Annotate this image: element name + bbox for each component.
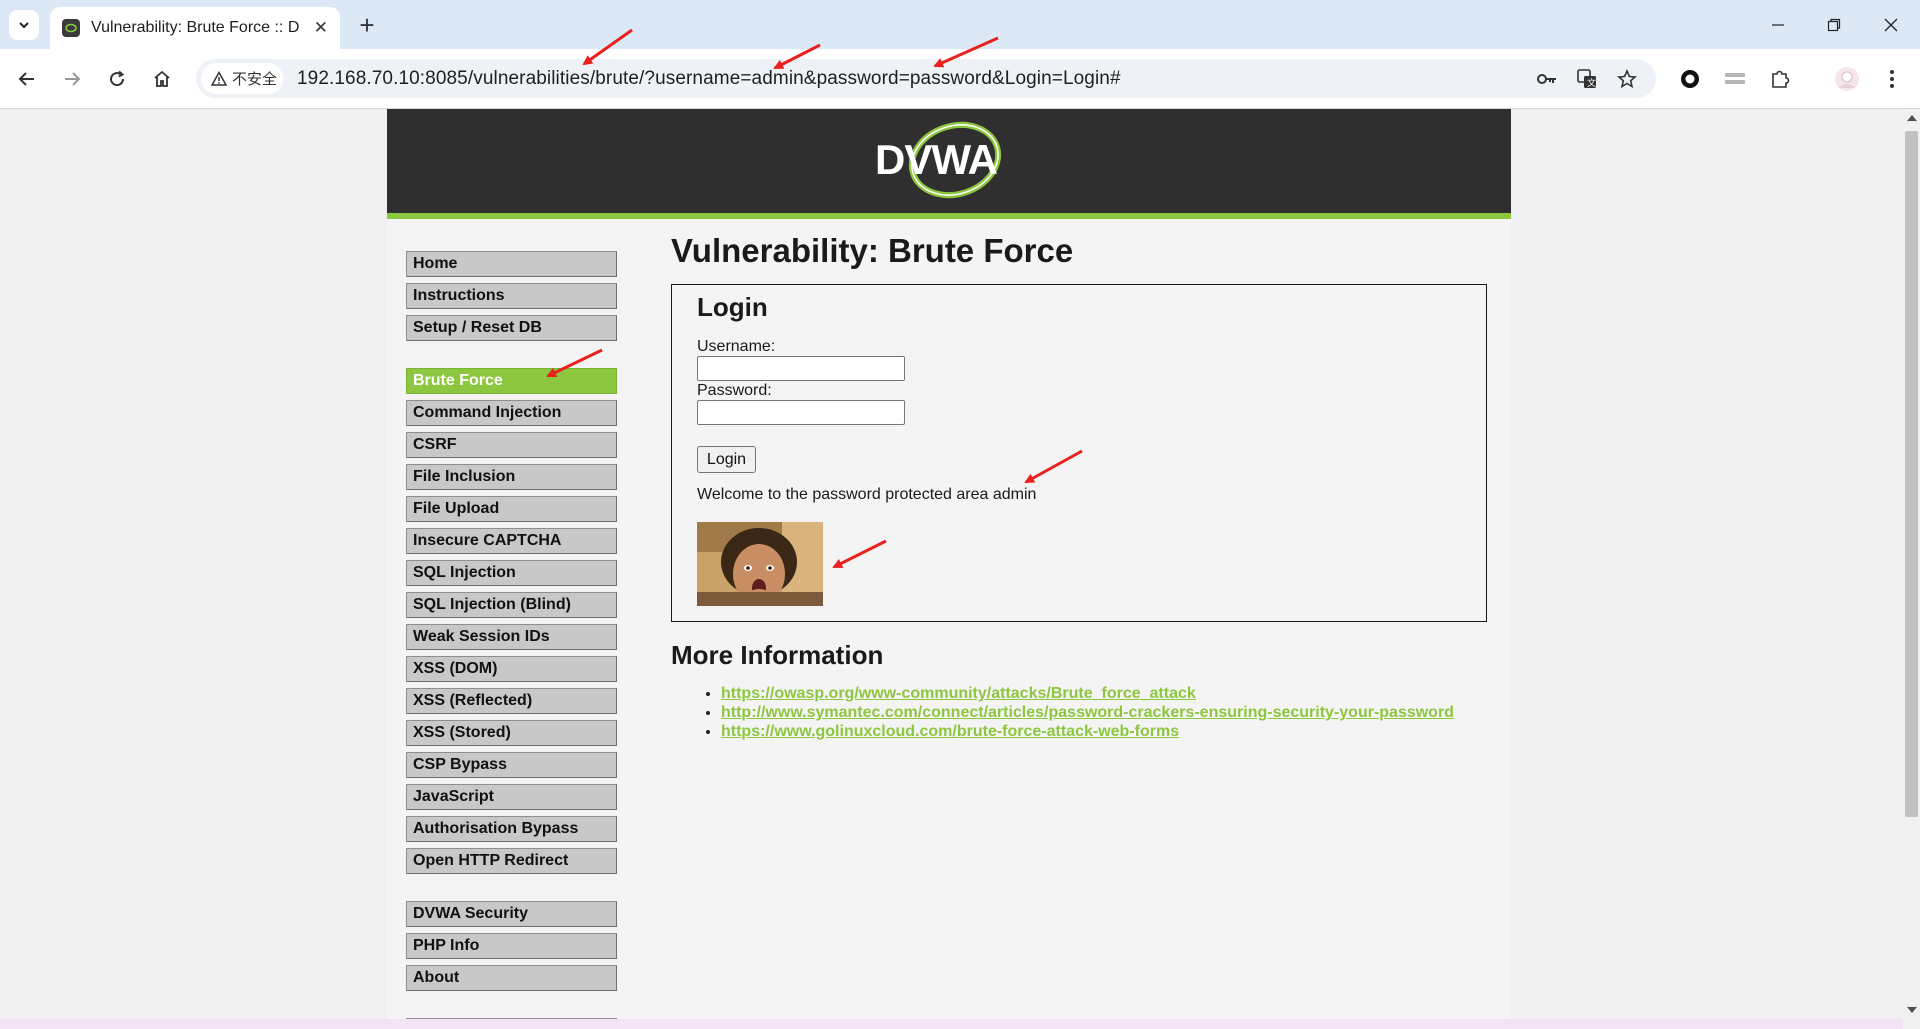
address-bar[interactable]: 不安全 192.168.70.10:8085/vulnerabilities/b… (196, 59, 1656, 98)
symantec-password-crackers-link[interactable]: http://www.symantec.com/connect/articles… (721, 704, 1454, 721)
sidebar-item-brute-force[interactable]: Brute Force (406, 368, 617, 394)
more-information-heading: More Information (671, 640, 884, 670)
user-avatar-image (697, 522, 823, 606)
svg-text:DVWA: DVWA (875, 136, 998, 183)
back-button[interactable] (11, 63, 43, 95)
page-viewport: DVWA Home Instructions Setup / Reset DB … (0, 109, 1920, 1029)
reload-button[interactable] (101, 63, 133, 95)
sidebar-item-sql-injection[interactable]: SQL Injection (406, 560, 617, 586)
stack-icon (1725, 73, 1745, 84)
extension-stack-button[interactable] (1719, 63, 1751, 95)
warning-triangle-icon (211, 71, 227, 86)
sidebar-item-setup-reset-db[interactable]: Setup / Reset DB (406, 315, 617, 341)
close-window-button[interactable] (1871, 8, 1911, 42)
star-icon (1617, 69, 1637, 89)
home-button[interactable] (146, 63, 178, 95)
owasp-brute-force-link[interactable]: https://owasp.org/www-community/attacks/… (721, 685, 1196, 702)
profile-avatar-icon (1835, 67, 1859, 91)
more-information-links: https://owasp.org/www-community/attacks/… (721, 684, 1454, 741)
minimize-icon (1772, 24, 1784, 26)
sidebar-item-csrf[interactable]: CSRF (406, 432, 617, 458)
translate-icon: 文 (1577, 69, 1596, 89)
password-input[interactable] (697, 400, 905, 425)
back-arrow-icon (18, 72, 34, 86)
sidebar-item-sql-injection-blind[interactable]: SQL Injection (Blind) (406, 592, 617, 618)
puzzle-icon (1772, 70, 1790, 88)
bookmark-button[interactable] (1614, 66, 1640, 92)
security-label: 不安全 (232, 71, 278, 88)
sidebar-item-javascript[interactable]: JavaScript (406, 784, 617, 810)
sidebar-item-xss-reflected[interactable]: XSS (Reflected) (406, 688, 617, 714)
sidebar-item-instructions[interactable]: Instructions (406, 283, 617, 309)
login-button[interactable]: Login (697, 446, 756, 473)
list-item: http://www.symantec.com/connect/articles… (721, 703, 1454, 722)
login-heading: Login (697, 292, 768, 322)
sidebar-item-insecure-captcha[interactable]: Insecure CAPTCHA (406, 528, 617, 554)
dvwa-header: DVWA (387, 109, 1511, 219)
browser-toolbar: 不安全 192.168.70.10:8085/vulnerabilities/b… (0, 49, 1920, 109)
kebab-menu-icon (1890, 70, 1894, 88)
password-manager-button[interactable] (1534, 66, 1560, 92)
browser-menu-button[interactable] (1876, 63, 1908, 95)
chevron-down-icon (19, 22, 29, 29)
close-icon (1884, 18, 1898, 32)
key-icon (1537, 74, 1556, 84)
minimize-button[interactable] (1758, 8, 1798, 42)
extensions-button[interactable] (1764, 63, 1796, 95)
scroll-up-arrow-icon[interactable] (1907, 115, 1917, 121)
sidebar-item-home[interactable]: Home (406, 251, 617, 277)
bottom-edge-strip (0, 1019, 1903, 1029)
forward-arrow-icon (65, 72, 81, 86)
new-tab-button[interactable]: + (352, 10, 382, 40)
forward-button[interactable] (56, 63, 88, 95)
home-icon (154, 70, 170, 87)
url-text[interactable]: 192.168.70.10:8085/vulnerabilities/brute… (297, 68, 1121, 90)
svg-text:文: 文 (1587, 77, 1596, 89)
list-item: https://www.golinuxcloud.com/brute-force… (721, 722, 1454, 741)
dvwa-container: DVWA Home Instructions Setup / Reset DB … (387, 109, 1511, 1029)
tab-search-button[interactable] (9, 10, 39, 40)
restore-icon (1827, 18, 1841, 32)
sidebar-item-php-info[interactable]: PHP Info (406, 933, 617, 959)
sidebar-item-weak-session-ids[interactable]: Weak Session IDs (406, 624, 617, 650)
sidebar-item-about[interactable]: About (406, 965, 617, 991)
welcome-message: Welcome to the password protected area a… (697, 486, 1037, 503)
browser-tab-bar: Vulnerability: Brute Force :: D ✕ + (0, 0, 1920, 49)
list-item: https://owasp.org/www-community/attacks/… (721, 684, 1454, 703)
password-label: Password: (697, 382, 772, 399)
sidebar-item-file-upload[interactable]: File Upload (406, 496, 617, 522)
dvwa-logo: DVWA (875, 121, 1002, 199)
scroll-down-arrow-icon[interactable] (1907, 1007, 1917, 1013)
sidebar-item-file-inclusion[interactable]: File Inclusion (406, 464, 617, 490)
scrollbar-thumb[interactable] (1905, 131, 1918, 817)
tab-title: Vulnerability: Brute Force :: D (91, 19, 300, 36)
vertical-scrollbar[interactable] (1903, 109, 1920, 1029)
username-label: Username: (697, 338, 776, 355)
profile-button[interactable] (1831, 63, 1863, 95)
translate-button[interactable]: 文 (1574, 66, 1600, 92)
page-title: Vulnerability: Brute Force (671, 232, 1074, 269)
sidebar-item-xss-dom[interactable]: XSS (DOM) (406, 656, 617, 682)
reload-icon (110, 70, 125, 87)
restore-button[interactable] (1814, 8, 1854, 42)
sidebar-item-csp-bypass[interactable]: CSP Bypass (406, 752, 617, 778)
sidebar-item-authorisation-bypass[interactable]: Authorisation Bypass (406, 816, 617, 842)
login-form-box: Login Username: Password: Login Welcome … (671, 284, 1487, 622)
sidebar-item-command-injection[interactable]: Command Injection (406, 400, 617, 426)
browser-tab-active[interactable]: Vulnerability: Brute Force :: D ✕ (50, 7, 340, 49)
sidebar-item-open-http-redirect[interactable]: Open HTTP Redirect (406, 848, 617, 874)
record-icon (1681, 70, 1699, 88)
username-input[interactable] (697, 356, 905, 381)
sidebar-item-xss-stored[interactable]: XSS (Stored) (406, 720, 617, 746)
dvwa-favicon-icon (62, 19, 80, 37)
golinuxcloud-brute-force-link[interactable]: https://www.golinuxcloud.com/brute-force… (721, 723, 1179, 740)
sidebar-item-dvwa-security[interactable]: DVWA Security (406, 901, 617, 927)
extension-circle-button[interactable] (1674, 63, 1706, 95)
close-tab-icon[interactable]: ✕ (314, 18, 328, 38)
site-security-chip[interactable]: 不安全 (201, 63, 283, 94)
